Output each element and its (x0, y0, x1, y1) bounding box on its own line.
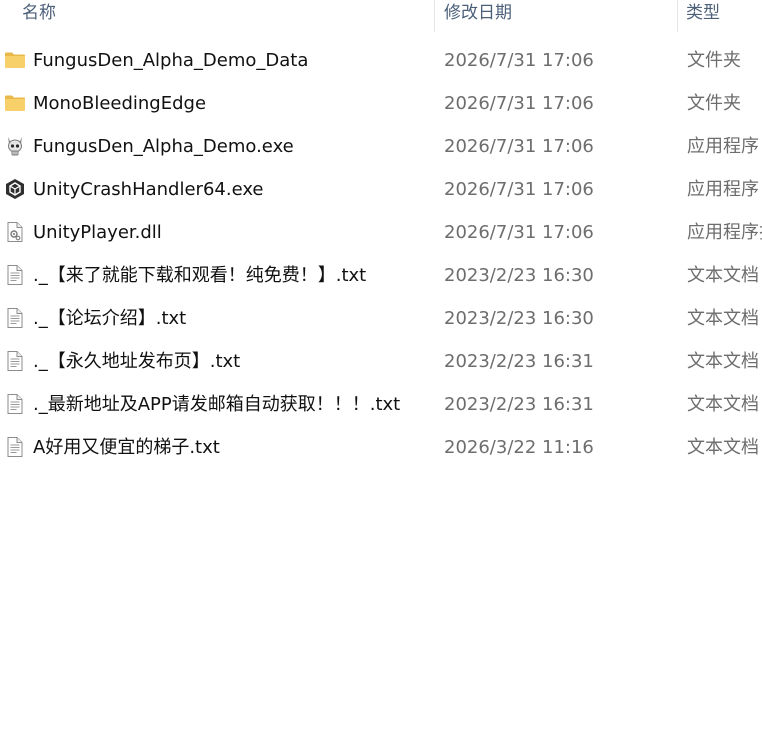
file-name: ._【永久地址发布页】.txt (33, 351, 241, 372)
skull-app-icon (4, 135, 26, 157)
column-header-name[interactable]: 名称 (22, 0, 422, 26)
file-name: FungusDen_Alpha_Demo_Data (33, 50, 309, 71)
file-row[interactable]: A好用又便宜的梯子.txt 2026/3/22 11:16 文本文档 (0, 426, 762, 469)
column-header-type[interactable]: 类型 (686, 0, 762, 26)
file-date: 2026/3/22 11:16 (444, 437, 594, 458)
column-divider[interactable] (434, 0, 435, 32)
file-date: 2026/7/31 17:06 (444, 136, 594, 157)
file-name: A好用又便宜的梯子.txt (33, 437, 220, 458)
file-type: 文本文档 (687, 437, 759, 458)
file-name: ._【来了就能下载和观看！纯免费！】.txt (33, 265, 367, 286)
file-row[interactable]: ._【永久地址发布页】.txt 2023/2/23 16:31 文本文档 (0, 340, 762, 383)
file-date: 2023/2/23 16:31 (444, 351, 594, 372)
file-date: 2023/2/23 16:31 (444, 394, 594, 415)
file-date: 2023/2/23 16:30 (444, 265, 594, 286)
file-type: 文本文档 (687, 265, 759, 286)
file-row[interactable]: ._【来了就能下载和观看！纯免费！】.txt 2023/2/23 16:30 文… (0, 254, 762, 297)
file-row[interactable]: UnityPlayer.dll 2026/7/31 17:06 应用程序扩 (0, 211, 762, 254)
file-type: 文本文档 (687, 394, 759, 415)
file-date: 2026/7/31 17:06 (444, 179, 594, 200)
file-row[interactable]: ._【论坛介绍】.txt 2023/2/23 16:30 文本文档 (0, 297, 762, 340)
file-name: ._最新地址及APP请发邮箱自动获取！！！.txt (33, 394, 401, 415)
file-date: 2026/7/31 17:06 (444, 93, 594, 114)
folder-icon (4, 92, 26, 114)
dll-file-icon (4, 221, 26, 243)
file-type: 应用程序 (687, 136, 759, 157)
text-file-icon (4, 264, 26, 286)
file-type: 文本文档 (687, 308, 759, 329)
folder-icon (4, 49, 26, 71)
file-row[interactable]: UnityCrashHandler64.exe 2026/7/31 17:06 … (0, 168, 762, 211)
file-date: 2026/7/31 17:06 (444, 222, 594, 243)
file-row[interactable]: FungusDen_Alpha_Demo_Data 2026/7/31 17:0… (0, 39, 762, 82)
text-file-icon (4, 307, 26, 329)
file-row[interactable]: MonoBleedingEdge 2026/7/31 17:06 文件夹 (0, 82, 762, 125)
column-divider[interactable] (677, 0, 678, 32)
file-date: 2023/2/23 16:30 (444, 308, 594, 329)
file-row[interactable]: ._最新地址及APP请发邮箱自动获取！！！.txt 2023/2/23 16:3… (0, 383, 762, 426)
file-name: MonoBleedingEdge (33, 93, 207, 114)
file-date: 2026/7/31 17:06 (444, 50, 594, 71)
file-row[interactable]: FungusDen_Alpha_Demo.exe 2026/7/31 17:06… (0, 125, 762, 168)
file-type: 应用程序 (687, 179, 759, 200)
file-name: ._【论坛介绍】.txt (33, 308, 187, 329)
unity-app-icon (4, 178, 26, 200)
file-type: 应用程序扩 (687, 222, 762, 243)
file-name: UnityCrashHandler64.exe (33, 179, 264, 200)
file-name: UnityPlayer.dll (33, 222, 162, 243)
text-file-icon (4, 393, 26, 415)
text-file-icon (4, 436, 26, 458)
file-type: 文件夹 (687, 50, 741, 71)
text-file-icon (4, 350, 26, 372)
file-type: 文件夹 (687, 93, 741, 114)
column-header-date[interactable]: 修改日期 (444, 0, 664, 26)
column-header: 名称 修改日期 类型 (0, 0, 762, 32)
file-name: FungusDen_Alpha_Demo.exe (33, 136, 294, 157)
file-type: 文本文档 (687, 351, 759, 372)
file-list: FungusDen_Alpha_Demo_Data 2026/7/31 17:0… (0, 39, 762, 469)
